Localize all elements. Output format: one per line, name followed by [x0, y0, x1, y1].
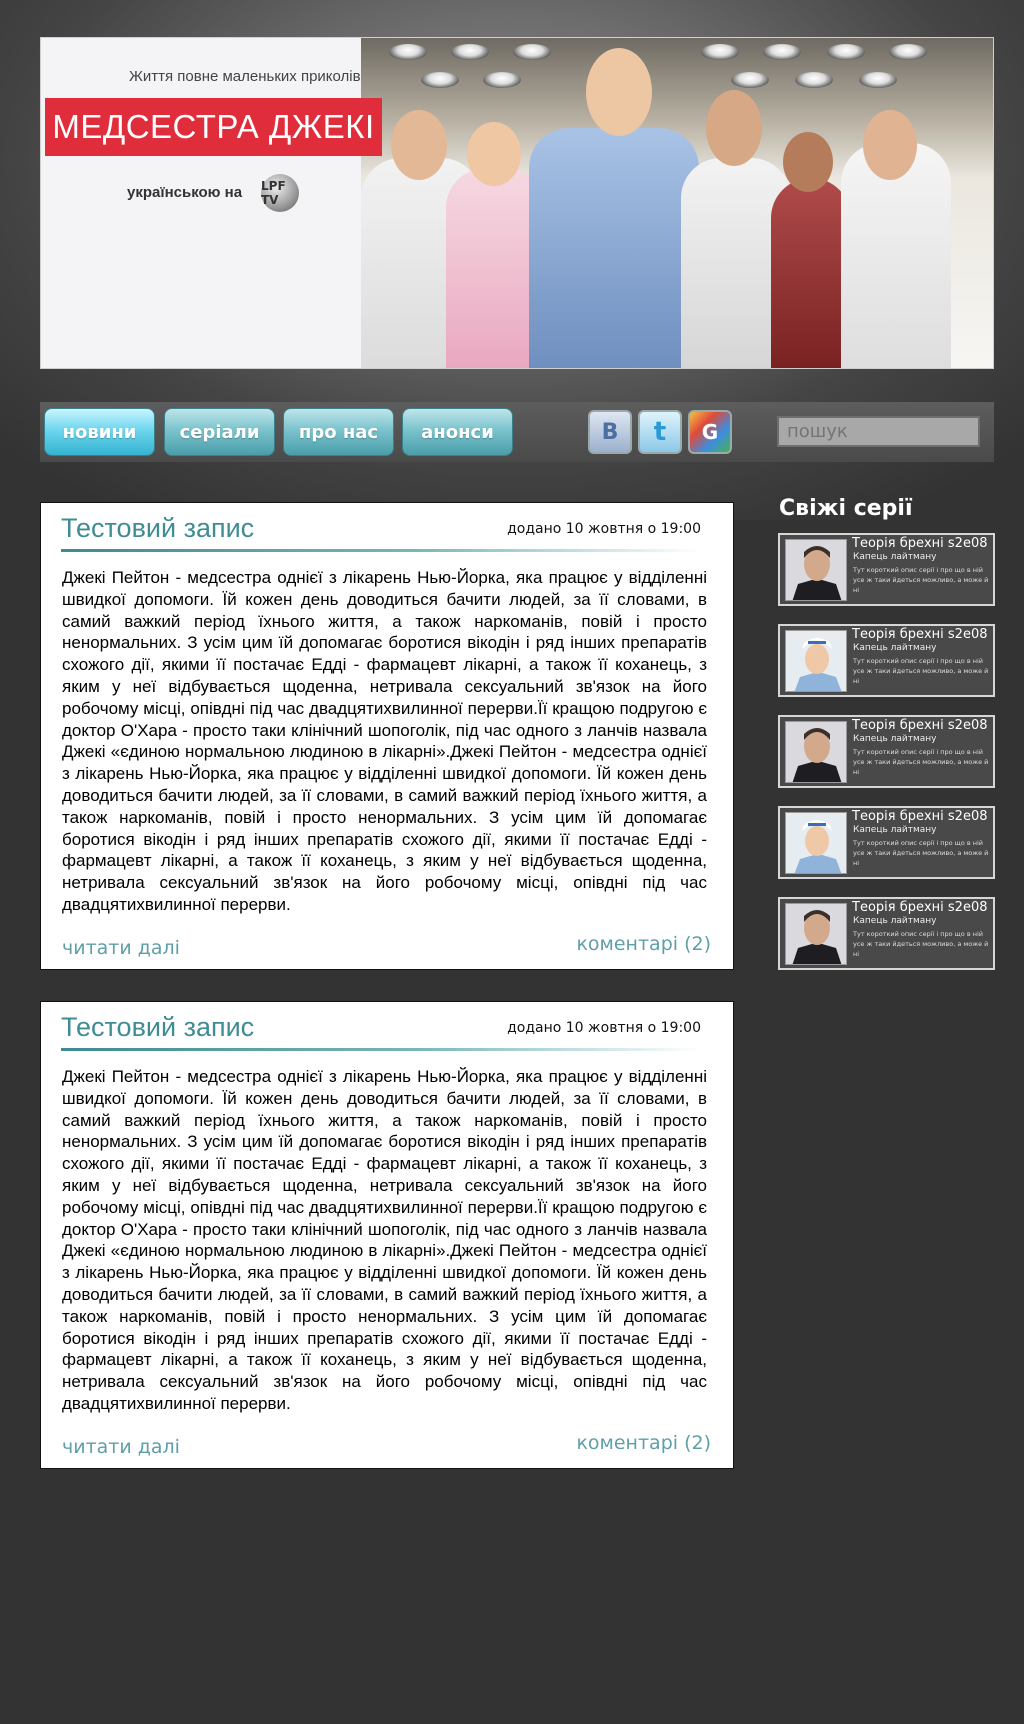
episode-card[interactable]: Теорія брехні s2e08 Капець лайтману Тут …	[778, 533, 995, 606]
vk-icon[interactable]: В	[588, 410, 632, 454]
cast-member-woman-red	[771, 178, 851, 368]
episode-subtitle: Капець лайтману	[853, 825, 937, 835]
title-divider	[61, 1048, 701, 1051]
google-buzz-icon[interactable]: G	[688, 410, 732, 454]
ceiling-lamp	[859, 72, 897, 88]
post-body: Джекі Пейтон - медсестра однієї з лікаре…	[62, 1067, 707, 1413]
episode-thumbnail[interactable]	[785, 539, 847, 601]
episode-description: Тут короткий опис серії і про що в ній у…	[853, 566, 989, 594]
episode-card[interactable]: Теорія брехні s2e08 Капець лайтману Тут …	[778, 806, 995, 879]
episode-title: Теорія брехні s2e08	[852, 809, 988, 824]
cast-head	[706, 90, 762, 166]
title-divider	[61, 549, 701, 552]
ceiling-lamp	[389, 44, 427, 60]
episode-description: Тут короткий опис серії і про що в ній у…	[853, 748, 989, 776]
episode-card[interactable]: Теорія брехні s2e08 Капець лайтману Тут …	[778, 715, 995, 788]
ceiling-lamp	[451, 44, 489, 60]
cast-head	[863, 110, 917, 180]
post-body: Джекі Пейтон - медсестра однієї з лікаре…	[62, 568, 707, 914]
banner-tagline: Життя повне маленьких приколів	[129, 68, 361, 85]
episode-thumbnail[interactable]	[785, 721, 847, 783]
episode-title: Теорія брехні s2e08	[852, 627, 988, 642]
episode-description: Тут короткий опис серії і про що в ній у…	[853, 930, 989, 958]
ceiling-lamp	[795, 72, 833, 88]
nav-news[interactable]: новини	[44, 408, 155, 456]
ceiling-lamp	[763, 44, 801, 60]
episode-subtitle: Капець лайтману	[853, 552, 937, 562]
episode-title: Теорія брехні s2e08	[852, 900, 988, 915]
episode-title: Теорія брехні s2e08	[852, 718, 988, 733]
header-banner: Життя повне маленьких приколів МЕДСЕСТРА…	[40, 37, 994, 369]
episode-thumbnail[interactable]	[785, 630, 847, 692]
episode-thumbnail[interactable]	[785, 903, 847, 965]
episode-subtitle: Капець лайтману	[853, 916, 937, 926]
channel-logo[interactable]: LPF TV	[261, 174, 299, 212]
episode-card[interactable]: Теорія брехні s2e08 Капець лайтману Тут …	[778, 897, 995, 970]
cast-head	[467, 122, 521, 186]
blog-post: Тестовий запис додано 10 жовтня о 19:00 …	[40, 1001, 734, 1469]
cast-member-jackie	[529, 128, 699, 368]
episode-description: Тут короткий опис серії і про що в ній у…	[853, 657, 989, 685]
post-title[interactable]: Тестовий запис	[61, 513, 254, 544]
banner-subtitle: українською на	[127, 184, 243, 201]
episode-description: Тут короткий опис серії і про що в ній у…	[853, 839, 989, 867]
post-title[interactable]: Тестовий запис	[61, 1012, 254, 1043]
post-date: додано 10 жовтня о 19:00	[507, 1020, 701, 1036]
cast-head	[586, 48, 652, 136]
show-logo[interactable]: МЕДСЕСТРА ДЖЕКІ	[45, 98, 382, 156]
ceiling-lamp	[421, 72, 459, 88]
sidebar-title: Свіжі серії	[779, 496, 913, 521]
episode-subtitle: Капець лайтману	[853, 643, 937, 653]
read-more-link[interactable]: читати далі	[62, 1436, 180, 1458]
comments-link[interactable]: коментарі (2)	[576, 1432, 711, 1454]
post-date: додано 10 жовтня о 19:00	[507, 521, 701, 537]
ceiling-lamp	[701, 44, 739, 60]
ceiling-lamp	[827, 44, 865, 60]
nav-about[interactable]: про нас	[283, 408, 394, 456]
episode-thumbnail[interactable]	[785, 812, 847, 874]
twitter-icon[interactable]: t	[638, 410, 682, 454]
ceiling-lamp	[889, 44, 927, 60]
episode-subtitle: Капець лайтману	[853, 734, 937, 744]
ceiling-lamp	[483, 72, 521, 88]
blog-post: Тестовий запис додано 10 жовтня о 19:00 …	[40, 502, 734, 970]
cast-head	[391, 110, 447, 180]
search-input[interactable]	[777, 416, 980, 447]
ceiling-lamp	[731, 72, 769, 88]
nav-announcements[interactable]: анонси	[402, 408, 513, 456]
comments-link[interactable]: коментарі (2)	[576, 933, 711, 955]
cast-head	[783, 132, 833, 192]
read-more-link[interactable]: читати далі	[62, 937, 180, 959]
episode-card[interactable]: Теорія брехні s2e08 Капець лайтману Тут …	[778, 624, 995, 697]
nav-series[interactable]: серіали	[164, 408, 275, 456]
episode-title: Теорія брехні s2e08	[852, 536, 988, 551]
ceiling-lamp	[513, 44, 551, 60]
main-navbar: новини серіали про нас анонси В t G	[40, 402, 994, 462]
